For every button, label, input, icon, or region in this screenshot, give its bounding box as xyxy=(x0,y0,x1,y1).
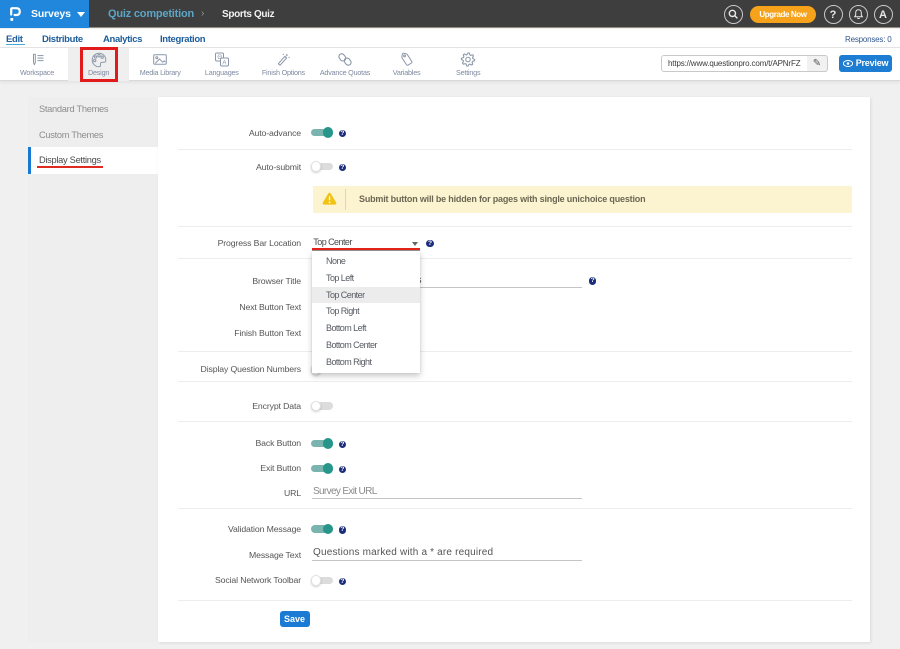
svg-text:A: A xyxy=(222,60,226,66)
